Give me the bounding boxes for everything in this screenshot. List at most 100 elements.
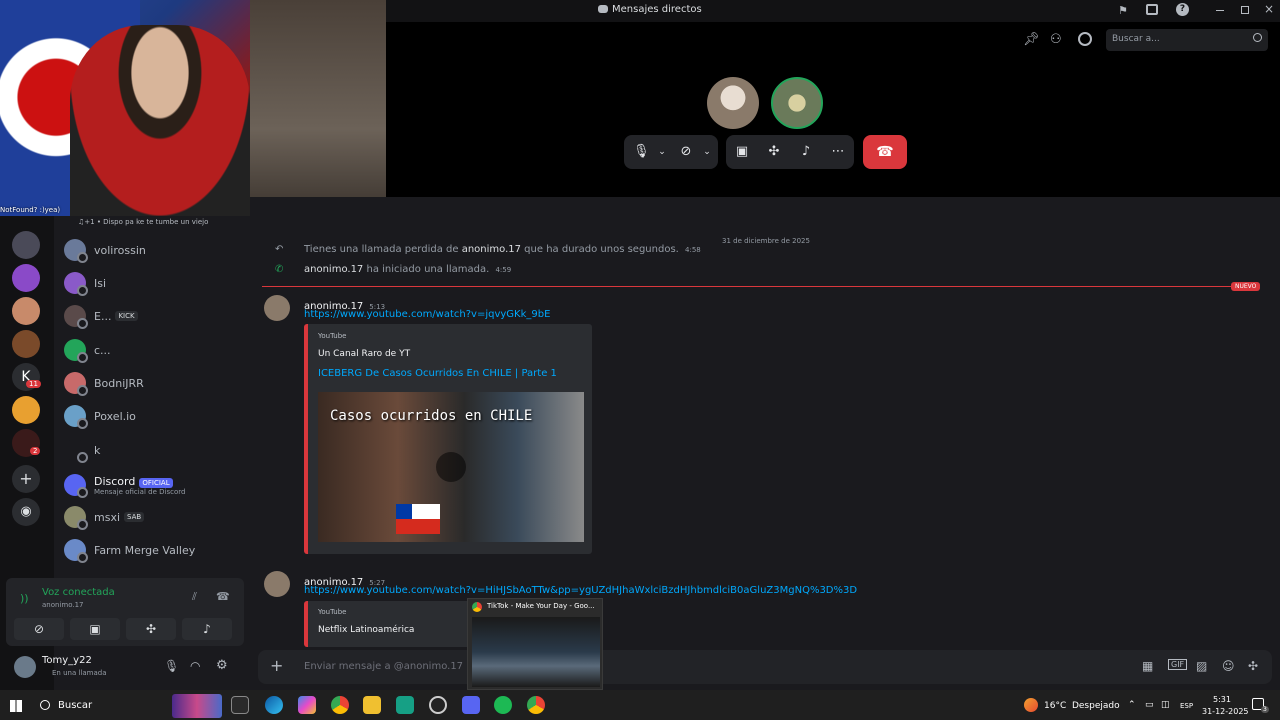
- chevron-down-icon[interactable]: ⌄: [699, 144, 715, 160]
- discover-icon[interactable]: ◉: [12, 498, 40, 526]
- timestamp: 4:59: [495, 266, 512, 274]
- headphones-icon[interactable]: ◠: [190, 659, 200, 673]
- sticker-icon[interactable]: ▨: [1196, 659, 1207, 673]
- server-badge: 11: [26, 380, 41, 388]
- settings-icon[interactable]: ⚙: [216, 658, 228, 673]
- obs-icon[interactable]: [429, 696, 447, 714]
- dm-item[interactable]: BodniJRR: [64, 370, 144, 396]
- windows-start-icon[interactable]: [10, 700, 22, 712]
- embed-channel[interactable]: Netflix Latinoamérica: [318, 625, 414, 635]
- message-link[interactable]: https://www.youtube.com/watch?v=jqvyGKk_…: [304, 309, 550, 320]
- file-explorer-icon[interactable]: [363, 696, 381, 714]
- maximize-button[interactable]: [1241, 6, 1249, 14]
- dm-item[interactable]: c...: [64, 337, 111, 363]
- inbox-icon[interactable]: ⚑: [1118, 4, 1128, 17]
- soundboard-icon[interactable]: ♪: [798, 144, 814, 160]
- task-view-icon[interactable]: [231, 696, 249, 714]
- server-icon[interactable]: [12, 231, 40, 259]
- server-icon[interactable]: [12, 396, 40, 424]
- noise-suppression-icon[interactable]: ⫽: [192, 590, 197, 604]
- dm-item[interactable]: Poxel.io: [64, 403, 136, 429]
- minimize-button[interactable]: [1216, 10, 1224, 11]
- search-highlight-image[interactable]: [172, 694, 222, 718]
- clock-date[interactable]: 31-12-2025: [1202, 707, 1249, 716]
- copilot-icon[interactable]: [298, 696, 316, 714]
- screen-icon[interactable]: [1146, 4, 1158, 15]
- camera-off-icon[interactable]: ⊘: [678, 144, 694, 160]
- microphone-icon[interactable]: 🎙︎: [164, 659, 179, 673]
- dm-item[interactable]: msxi SAB: [64, 504, 145, 530]
- dm-item[interactable]: Isi: [64, 270, 106, 296]
- missed-call-icon: ↶: [275, 244, 284, 255]
- more-icon[interactable]: ⋯: [830, 144, 846, 160]
- dm-item[interactable]: volirossin: [64, 237, 146, 263]
- play-icon[interactable]: [436, 452, 466, 482]
- message-composer[interactable]: + Enviar mensaje a @anonimo.17 ▦ GIF ▨ ☺…: [258, 650, 1272, 684]
- video-thumbnail[interactable]: Casos ocurridos en CHILE: [318, 392, 584, 542]
- add-server-icon[interactable]: +: [12, 465, 40, 493]
- chrome-icon[interactable]: [527, 696, 545, 714]
- chrome-icon[interactable]: [331, 696, 349, 714]
- avatar[interactable]: [264, 571, 290, 597]
- avatar[interactable]: [14, 656, 36, 678]
- gift-icon[interactable]: ▦: [1142, 659, 1153, 673]
- add-attachment-icon[interactable]: +: [270, 656, 283, 675]
- chevron-up-icon[interactable]: ⌃: [1128, 700, 1136, 710]
- add-friend-icon[interactable]: ⚇: [1050, 32, 1062, 47]
- embed-title[interactable]: ICEBERG De Casos Ocurridos En CHILE | Pa…: [318, 368, 557, 379]
- emoji-icon[interactable]: ☺: [1222, 659, 1235, 673]
- weather-text[interactable]: 16°C Despejado: [1044, 701, 1120, 711]
- disconnect-icon[interactable]: ☎: [216, 590, 230, 603]
- language-indicator[interactable]: ESP: [1180, 702, 1193, 710]
- dm-item[interactable]: Discord OFICIAL Mensaje oficial de Discor…: [64, 470, 185, 500]
- call-participant-avatar[interactable]: [707, 77, 759, 129]
- screen-share-button[interactable]: ▣: [70, 618, 120, 640]
- dm-name: Poxel.io: [94, 409, 136, 423]
- embed-channel[interactable]: Un Canal Raro de YT: [318, 349, 410, 359]
- server-icon[interactable]: [12, 330, 40, 358]
- call-participant-avatar[interactable]: [771, 77, 823, 129]
- user-status: En una llamada: [52, 669, 107, 677]
- activities-icon[interactable]: ✣: [766, 144, 782, 160]
- soundboard-button[interactable]: ♪: [182, 618, 232, 640]
- app-icon[interactable]: [396, 696, 414, 714]
- chevron-down-icon[interactable]: ⌄: [654, 144, 670, 160]
- dm-badge: KICK: [115, 311, 138, 321]
- avatar[interactable]: [264, 295, 290, 321]
- search-input[interactable]: Buscar a...: [1106, 29, 1268, 51]
- taskbar-preview[interactable]: TikTok - Make Your Day - Goo...: [467, 598, 603, 690]
- pin-icon[interactable]: 📌︎: [1023, 32, 1040, 47]
- camera-button[interactable]: ⊘: [14, 618, 64, 640]
- server-icon[interactable]: [12, 264, 40, 292]
- phone-hangup-icon: ☎: [876, 144, 894, 160]
- spotify-icon[interactable]: [494, 696, 512, 714]
- timestamp: 4:58: [685, 246, 701, 254]
- dm-item[interactable]: E... KICK: [64, 303, 138, 329]
- edge-icon[interactable]: [265, 696, 283, 714]
- apps-icon[interactable]: ✣: [1248, 659, 1258, 673]
- screen-share-icon[interactable]: ▣: [734, 144, 750, 160]
- taskbar-search[interactable]: Buscar: [58, 700, 92, 711]
- message-link[interactable]: https://www.youtube.com/watch?v=HiHJSbAo…: [304, 585, 904, 596]
- close-button[interactable]: ×: [1264, 2, 1274, 16]
- disconnect-button[interactable]: ☎: [863, 135, 907, 169]
- profile-icon[interactable]: [1078, 32, 1092, 46]
- missed-user[interactable]: anonimo.17: [462, 244, 521, 255]
- dm-name: msxi: [94, 510, 121, 524]
- voice-channel[interactable]: anonimo.17: [42, 601, 84, 609]
- gif-icon[interactable]: GIF: [1168, 659, 1188, 670]
- search-placeholder: Buscar a...: [1112, 34, 1160, 44]
- preview-thumbnail: [472, 617, 600, 687]
- webcam-overlay: [0, 0, 386, 216]
- help-icon[interactable]: ?: [1176, 3, 1189, 16]
- activities-button[interactable]: ✣: [126, 618, 176, 640]
- dm-item[interactable]: Farm Merge Valley: [64, 537, 195, 563]
- caller-name[interactable]: anonimo.17: [304, 264, 363, 275]
- network-icon[interactable]: ▭: [1145, 700, 1154, 710]
- server-icon[interactable]: [12, 297, 40, 325]
- activity-controls: ▣ ✣ ♪ ⋯: [726, 135, 854, 169]
- discord-icon[interactable]: [462, 696, 480, 714]
- microphone-icon[interactable]: 🎙︎: [633, 144, 650, 160]
- dm-item[interactable]: k: [64, 437, 100, 463]
- clock-time[interactable]: 5:31: [1213, 695, 1231, 704]
